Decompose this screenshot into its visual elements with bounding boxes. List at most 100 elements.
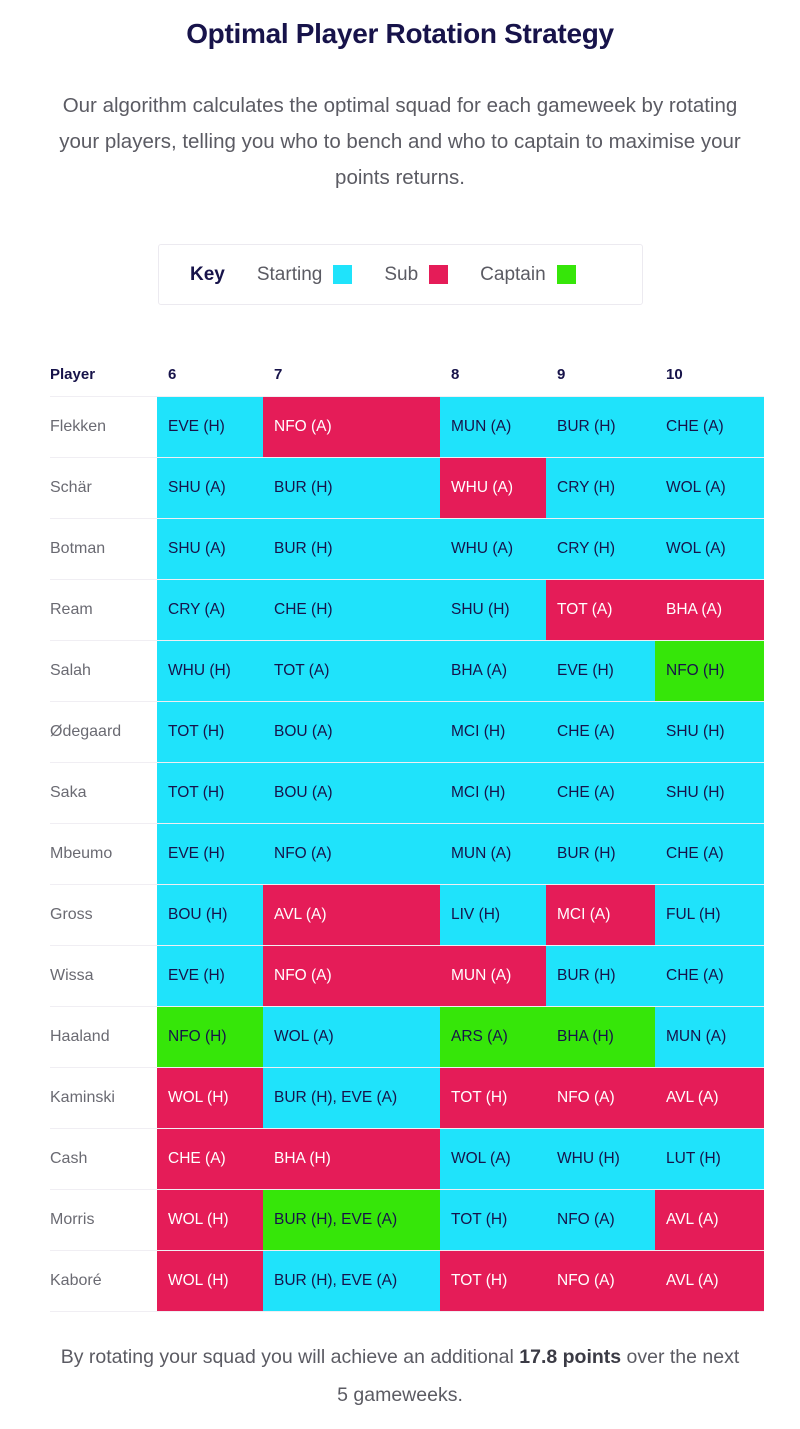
player-name-cell: Wissa bbox=[50, 967, 94, 984]
fixture-cells: EVE (H) NFO (A) MUN (A) BUR (H) CHE (A) bbox=[157, 946, 764, 1006]
fixture-cell-cap[interactable]: NFO (H) bbox=[655, 641, 764, 701]
column-header-gameweek-10: 10 bbox=[666, 366, 683, 383]
fixture-cell-start[interactable]: LIV (H) bbox=[440, 885, 546, 945]
fixture-cell-start[interactable]: BOU (A) bbox=[263, 702, 440, 762]
fixture-cell-start[interactable]: CHE (A) bbox=[655, 946, 764, 1006]
fixture-cell-sub[interactable]: WHU (A) bbox=[440, 458, 546, 518]
fixture-cell-sub[interactable]: NFO (A) bbox=[546, 1251, 655, 1311]
fixture-cell-start[interactable]: CRY (A) bbox=[157, 580, 263, 640]
fixture-cell-start[interactable]: BOU (H) bbox=[157, 885, 263, 945]
fixture-cell-sub[interactable]: CHE (A) bbox=[157, 1129, 263, 1189]
legend-item-starting: Starting bbox=[257, 264, 353, 286]
fixture-cells: EVE (H) NFO (A) MUN (A) BUR (H) CHE (A) bbox=[157, 397, 764, 457]
fixture-cell-sub[interactable]: BHA (A) bbox=[655, 580, 764, 640]
fixture-cell-sub[interactable]: WOL (H) bbox=[157, 1068, 263, 1128]
fixture-cell-start[interactable]: CRY (H) bbox=[546, 458, 655, 518]
fixture-cells: SHU (A) BUR (H) WHU (A) CRY (H) WOL (A) bbox=[157, 458, 764, 518]
fixture-cell-start[interactable]: SHU (H) bbox=[655, 702, 764, 762]
fixture-cell-sub[interactable]: TOT (H) bbox=[440, 1251, 546, 1311]
fixture-cell-start[interactable]: NFO (A) bbox=[263, 824, 440, 884]
fixture-cell-start[interactable]: CHE (A) bbox=[546, 702, 655, 762]
fixture-cell-cap[interactable]: BHA (H) bbox=[546, 1007, 655, 1067]
fixture-cell-sub[interactable]: AVL (A) bbox=[263, 885, 440, 945]
fixture-cell-start[interactable]: MUN (A) bbox=[440, 824, 546, 884]
legend-item-captain: Captain bbox=[480, 264, 576, 286]
fixture-cell-cap[interactable]: NFO (H) bbox=[157, 1007, 263, 1067]
fixture-cell-start[interactable]: EVE (H) bbox=[157, 946, 263, 1006]
column-header-gameweek-6: 6 bbox=[168, 366, 177, 383]
table-row: Cash CHE (A) BHA (H) WOL (A) WHU (H) LUT (H) bbox=[50, 1128, 764, 1189]
fixture-cell-start[interactable]: BUR (H), EVE (A) bbox=[263, 1251, 440, 1311]
fixture-cell-start[interactable]: EVE (H) bbox=[157, 824, 263, 884]
fixture-cell-cap[interactable]: BUR (H), EVE (A) bbox=[263, 1190, 440, 1250]
fixture-cell-start[interactable]: EVE (H) bbox=[546, 641, 655, 701]
fixture-cell-sub[interactable]: AVL (A) bbox=[655, 1251, 764, 1311]
fixture-cell-start[interactable]: SHU (A) bbox=[157, 519, 263, 579]
page-intro-text: Our algorithm calculates the optimal squ… bbox=[59, 94, 741, 189]
fixture-cell-start[interactable]: WOL (A) bbox=[263, 1007, 440, 1067]
fixture-cell-start[interactable]: WHU (H) bbox=[157, 641, 263, 701]
fixture-cell-sub[interactable]: WOL (H) bbox=[157, 1251, 263, 1311]
fixture-cell-start[interactable]: TOT (H) bbox=[440, 1190, 546, 1250]
fixture-cell-start[interactable]: TOT (A) bbox=[263, 641, 440, 701]
fixture-cell-start[interactable]: WHU (A) bbox=[440, 519, 546, 579]
legend-key-box: Key Starting Sub Captain bbox=[158, 244, 643, 305]
column-header-gameweek-9: 9 bbox=[557, 366, 566, 383]
fixture-cell-start[interactable]: EVE (H) bbox=[157, 397, 263, 457]
fixture-cell-start[interactable]: CRY (H) bbox=[546, 519, 655, 579]
fixture-cell-sub[interactable]: WOL (H) bbox=[157, 1190, 263, 1250]
fixture-cell-start[interactable]: CHE (A) bbox=[655, 397, 764, 457]
fixture-cell-start[interactable]: BUR (H) bbox=[546, 397, 655, 457]
fixture-cell-sub[interactable]: TOT (A) bbox=[546, 580, 655, 640]
player-name-cell: Schär bbox=[50, 479, 92, 496]
fixture-cell-sub[interactable]: TOT (H) bbox=[440, 1068, 546, 1128]
fixture-cell-start[interactable]: MUN (A) bbox=[655, 1007, 764, 1067]
fixture-cell-sub[interactable]: NFO (A) bbox=[263, 397, 440, 457]
fixture-cell-sub[interactable]: AVL (A) bbox=[655, 1068, 764, 1128]
player-name-cell: Flekken bbox=[50, 418, 107, 435]
table-body: Flekken EVE (H) NFO (A) MUN (A) BUR (H) CHE (… bbox=[50, 396, 764, 1312]
fixture-cells: WOL (H) BUR (H), EVE (A) TOT (H) NFO (A) AVL… bbox=[157, 1190, 764, 1250]
fixture-cell-start[interactable]: CHE (A) bbox=[546, 763, 655, 823]
fixture-cell-start[interactable]: SHU (A) bbox=[157, 458, 263, 518]
fixture-cell-start[interactable]: LUT (H) bbox=[655, 1129, 764, 1189]
fixture-cells: BOU (H) AVL (A) LIV (H) MCI (A) FUL (H) bbox=[157, 885, 764, 945]
fixture-cell-start[interactable]: CHE (A) bbox=[655, 824, 764, 884]
fixture-cell-start[interactable]: BUR (H) bbox=[263, 519, 440, 579]
fixture-cell-start[interactable]: FUL (H) bbox=[655, 885, 764, 945]
fixture-cell-start[interactable]: MCI (H) bbox=[440, 702, 546, 762]
fixture-cell-sub[interactable]: AVL (A) bbox=[655, 1190, 764, 1250]
fixture-cell-start[interactable]: TOT (H) bbox=[157, 702, 263, 762]
fixture-cell-start[interactable]: MUN (A) bbox=[440, 397, 546, 457]
fixture-cell-start[interactable]: TOT (H) bbox=[157, 763, 263, 823]
fixture-cell-sub[interactable]: MCI (A) bbox=[546, 885, 655, 945]
table-row: Salah WHU (H) TOT (A) BHA (A) EVE (H) NFO (H) bbox=[50, 640, 764, 701]
fixture-cell-start[interactable]: SHU (H) bbox=[655, 763, 764, 823]
fixture-cell-start[interactable]: BOU (A) bbox=[263, 763, 440, 823]
legend-swatch-captain bbox=[556, 265, 576, 284]
fixture-cell-sub[interactable]: BHA (H) bbox=[263, 1129, 440, 1189]
fixture-cell-start[interactable]: BUR (H) bbox=[546, 946, 655, 1006]
fixture-cell-cap[interactable]: ARS (A) bbox=[440, 1007, 546, 1067]
player-name-cell: Botman bbox=[50, 540, 106, 557]
fixture-cell-start[interactable]: WOL (A) bbox=[655, 458, 764, 518]
fixture-cell-start[interactable]: MCI (H) bbox=[440, 763, 546, 823]
fixture-cell-start[interactable]: BUR (H) bbox=[546, 824, 655, 884]
fixture-cell-start[interactable]: BUR (H), EVE (A) bbox=[263, 1068, 440, 1128]
fixture-cell-start[interactable]: WOL (A) bbox=[655, 519, 764, 579]
fixture-cell-start[interactable]: SHU (H) bbox=[440, 580, 546, 640]
fixture-cell-start[interactable]: BHA (A) bbox=[440, 641, 546, 701]
legend-swatch-sub bbox=[429, 265, 449, 284]
fixture-cells: TOT (H) BOU (A) MCI (H) CHE (A) SHU (H) bbox=[157, 763, 764, 823]
fixture-cell-start[interactable]: BUR (H) bbox=[263, 458, 440, 518]
fixture-cells: EVE (H) NFO (A) MUN (A) BUR (H) CHE (A) bbox=[157, 824, 764, 884]
fixture-cell-start[interactable]: NFO (A) bbox=[546, 1190, 655, 1250]
fixture-cell-sub[interactable]: NFO (A) bbox=[263, 946, 440, 1006]
fixture-cell-start[interactable]: WOL (A) bbox=[440, 1129, 546, 1189]
player-name-cell: Gross bbox=[50, 906, 93, 923]
fixture-cell-sub[interactable]: NFO (A) bbox=[546, 1068, 655, 1128]
footer-summary: By rotating your squad you will achieve … bbox=[55, 1338, 745, 1414]
fixture-cell-start[interactable]: CHE (H) bbox=[263, 580, 440, 640]
fixture-cell-sub[interactable]: MUN (A) bbox=[440, 946, 546, 1006]
fixture-cell-start[interactable]: WHU (H) bbox=[546, 1129, 655, 1189]
